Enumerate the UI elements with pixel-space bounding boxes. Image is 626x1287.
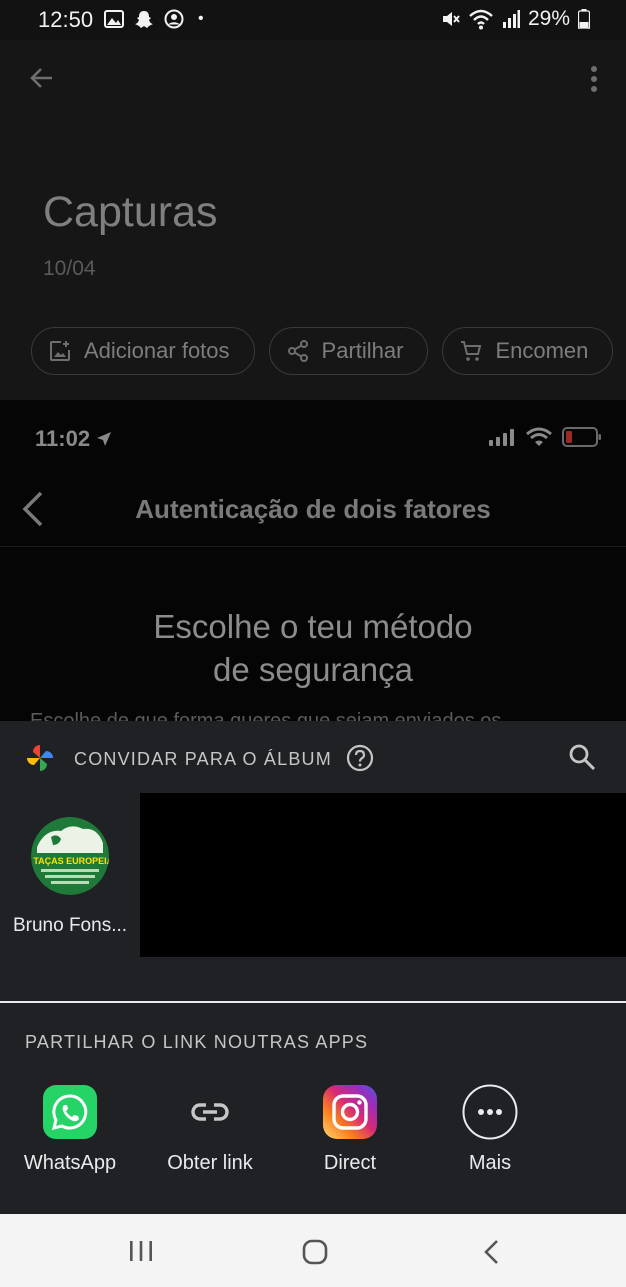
gallery-icon xyxy=(104,10,124,28)
share-icon xyxy=(287,340,308,362)
share-sheet: CONVIDAR PARA O ÁLBUM 24 TAÇAS EUROPEIAS xyxy=(0,721,626,1214)
add-photos-chip[interactable]: Adicionar fotos xyxy=(31,327,255,375)
overflow-menu-button[interactable] xyxy=(590,66,598,97)
instagram-icon xyxy=(322,1084,378,1140)
preview-signal-icon xyxy=(489,429,514,446)
more-icon xyxy=(462,1084,518,1140)
contact-name: Bruno Fons... xyxy=(12,915,128,936)
nav-back-button[interactable] xyxy=(482,1239,500,1270)
get-link-button[interactable]: Obter link xyxy=(140,1084,280,1175)
add-photos-label: Adicionar fotos xyxy=(84,338,230,363)
status-notification-icons: • xyxy=(104,9,204,29)
more-apps-button[interactable]: Mais xyxy=(420,1084,560,1175)
invite-to-album-label: CONVIDAR PARA O ÁLBUM xyxy=(74,749,332,769)
location-arrow-icon xyxy=(97,432,112,446)
signal-icon xyxy=(502,10,520,28)
direct-label: Direct xyxy=(323,1152,377,1174)
help-icon xyxy=(346,744,374,772)
contact-avatar-text: 24 TAÇAS EUROPEIAS xyxy=(31,856,109,866)
status-time: 12:50 xyxy=(38,7,94,32)
album-actions: Adicionar fotos Partilhar Encomen xyxy=(31,327,614,375)
battery-percent: 29% xyxy=(527,7,570,30)
share-label: Partilhar xyxy=(321,338,404,363)
whatsapp-share-button[interactable]: WhatsApp xyxy=(0,1084,140,1175)
preview-divider xyxy=(0,546,626,547)
recent-apps-icon xyxy=(130,1241,152,1261)
sheet-divider xyxy=(0,1001,626,1003)
contact-item[interactable]: 24 TAÇAS EUROPEIAS Bruno Fons... xyxy=(0,793,140,957)
album-date: 10/04 xyxy=(43,257,96,280)
more-notifications-dot: • xyxy=(198,10,204,27)
whatsapp-label: WhatsApp xyxy=(23,1152,117,1174)
preview-wifi-icon xyxy=(526,427,552,446)
share-chip[interactable]: Partilhar xyxy=(268,327,429,375)
recent-apps-button[interactable] xyxy=(128,1240,154,1267)
arrow-back-icon xyxy=(30,68,52,88)
status-system-icons: 29% xyxy=(440,7,590,31)
home-button[interactable] xyxy=(302,1239,328,1270)
preview-status-icons xyxy=(488,427,602,447)
search-icon xyxy=(569,744,596,771)
get-link-label: Obter link xyxy=(167,1152,253,1174)
share-link-other-apps-label: PARTILHAR O LINK NOUTRAS APPS xyxy=(25,1032,369,1052)
preview-heading-line1: Escolhe o teu método xyxy=(153,608,473,645)
back-chevron-icon xyxy=(484,1240,498,1264)
contact-avatar-image: 24 TAÇAS EUROPEIAS xyxy=(31,817,109,895)
whatsapp-icon xyxy=(42,1084,98,1140)
home-icon xyxy=(302,1239,328,1265)
system-navigation-bar xyxy=(0,1214,626,1287)
back-button[interactable] xyxy=(28,64,56,97)
order-label: Encomen xyxy=(495,338,589,363)
preview-status-time: 11:02 xyxy=(35,426,112,452)
redacted-contacts-area xyxy=(140,793,626,957)
more-label: Mais xyxy=(468,1152,512,1174)
album-title: Capturas xyxy=(43,188,218,236)
photo-preview: 11:02 Autenticação de dois fatores Escol… xyxy=(0,400,626,722)
account-icon xyxy=(164,9,184,29)
preview-time-text: 11:02 xyxy=(35,426,91,451)
suggested-contacts: 24 TAÇAS EUROPEIAS Bruno Fons... xyxy=(0,793,626,957)
wifi-icon xyxy=(469,9,493,30)
preview-battery-icon xyxy=(562,427,601,447)
share-apps-row: WhatsApp Obter link Direct Mais xyxy=(0,1084,626,1194)
preview-heading: Escolhe o teu método de segurança xyxy=(0,605,626,691)
contact-avatar: 24 TAÇAS EUROPEIAS xyxy=(31,817,109,895)
cart-icon xyxy=(461,341,482,361)
add-photo-icon xyxy=(50,341,70,361)
order-chip[interactable]: Encomen xyxy=(442,327,614,375)
snapchat-icon xyxy=(135,11,153,28)
help-button[interactable] xyxy=(346,744,374,777)
share-sheet-header: CONVIDAR PARA O ÁLBUM xyxy=(0,721,626,793)
google-photos-logo-icon xyxy=(27,745,53,771)
status-bar: 12:50 • 29% xyxy=(0,0,626,40)
instagram-direct-button[interactable]: Direct xyxy=(280,1084,420,1175)
battery-icon xyxy=(578,9,590,29)
mute-icon xyxy=(442,12,460,26)
preview-heading-line2: de segurança xyxy=(213,651,413,688)
search-button[interactable] xyxy=(568,743,596,776)
preview-title: Autenticação de dois fatores xyxy=(135,494,491,524)
more-vert-icon xyxy=(591,66,597,92)
album-header: Capturas 10/04 Adicionar fotos Partilhar… xyxy=(0,40,626,400)
link-icon xyxy=(182,1084,238,1140)
